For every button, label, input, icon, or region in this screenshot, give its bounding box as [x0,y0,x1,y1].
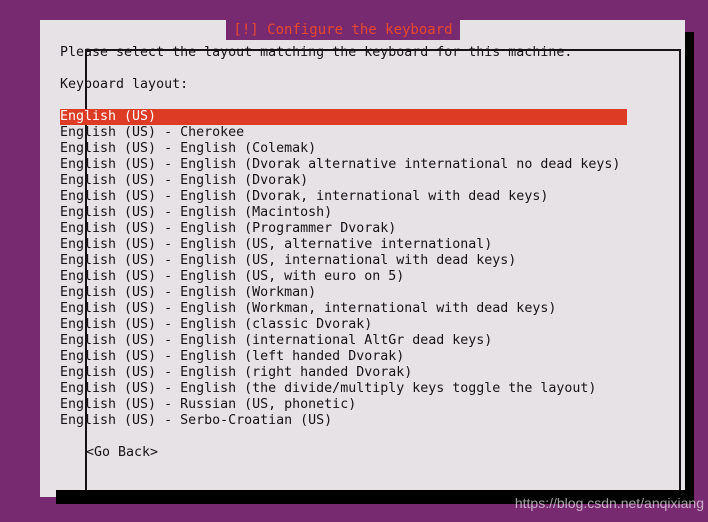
layout-list-item[interactable]: English (US) - English (right handed Dvo… [60,365,627,381]
layout-list-item[interactable]: English (US) - English (US, alternative … [60,237,627,253]
layout-list-item[interactable]: English (US) - English (Dvorak alternati… [60,157,627,173]
layout-list-item[interactable]: English (US) - English (US, with euro on… [60,269,627,285]
layout-list-item[interactable]: English (US) [60,109,627,125]
keyboard-layout-label: Keyboard layout: [60,77,189,92]
layout-list-item[interactable]: English (US) - English (classic Dvorak) [60,317,627,333]
layout-list-item[interactable]: English (US) - English (Programmer Dvora… [60,221,627,237]
layout-list-item[interactable]: English (US) - Russian (US, phonetic) [60,397,627,413]
dialog-content: Please select the layout matching the ke… [60,45,632,461]
layout-list-item[interactable]: English (US) - English (Colemak) [60,141,627,157]
terminal-bottom-bar [56,490,694,504]
button-row: <Go Back> [60,445,632,461]
layout-list-item[interactable]: English (US) - English (Dvorak, internat… [60,189,627,205]
layout-list-item[interactable]: English (US) - English (Dvorak) [60,173,627,189]
keyboard-layout-list[interactable]: English (US) English (US) - Cherokee Engli… [60,109,627,429]
layout-list-item[interactable]: English (US) - English (Workman, interna… [60,301,627,317]
layout-list-item[interactable]: English (US) - English (international Al… [60,333,627,349]
layout-list-item[interactable]: English (US) - English (the divide/multi… [60,381,627,397]
layout-list-item[interactable]: English (US) - Serbo-Croatian (US) [60,413,627,429]
layout-list-item[interactable]: English (US) - English (Workman) [60,285,627,301]
intro-text: Please select the layout matching the ke… [60,45,573,60]
layout-list-item[interactable]: English (US) - English (US, internationa… [60,253,627,269]
go-back-button[interactable]: <Go Back> [86,445,158,461]
layout-list-item[interactable]: English (US) - Cherokee [60,125,627,141]
layout-list-item[interactable]: English (US) - English (left handed Dvor… [60,349,627,365]
installer-screen: [!] Configure the keyboard Please select… [0,0,708,522]
layout-list-item[interactable]: English (US) - English (Macintosh) [60,205,627,221]
